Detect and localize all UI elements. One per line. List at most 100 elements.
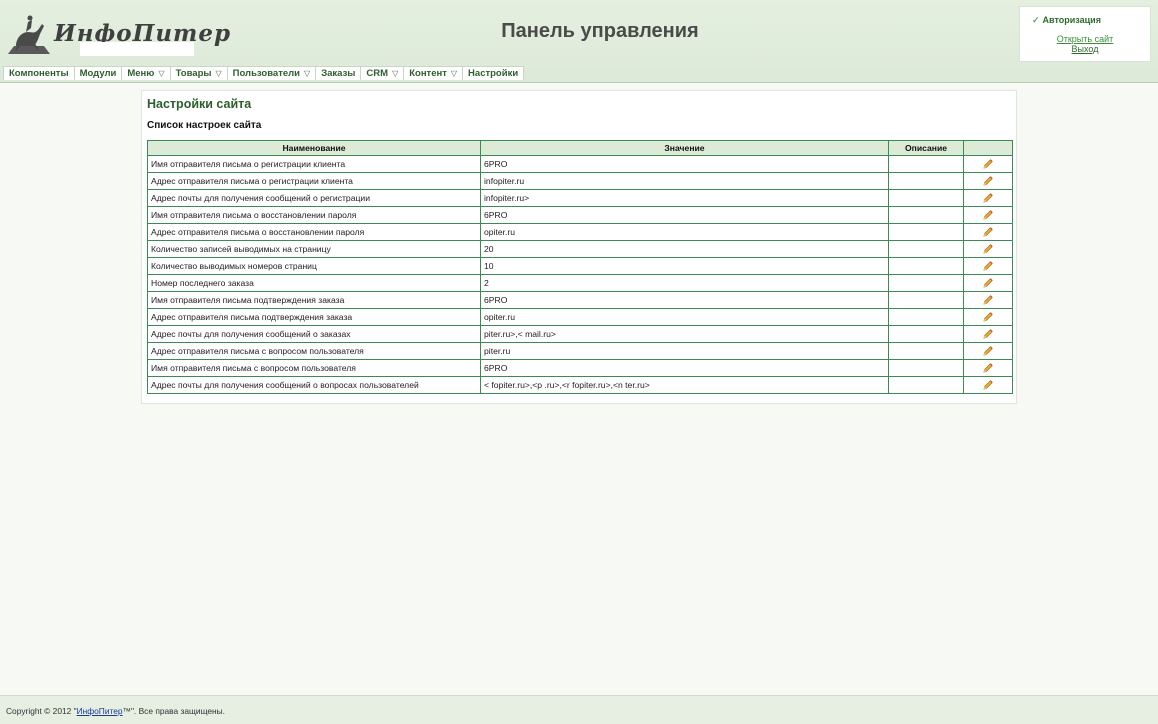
table-row: Адрес отправителя письма с вопросом поль… (147, 342, 1013, 360)
nav-item-8[interactable]: Настройки (462, 66, 525, 80)
cell-value: piter.ru>,< mail.ru> (480, 325, 889, 343)
cell-name: Номер последнего заказа (147, 274, 481, 292)
pencil-icon[interactable] (982, 158, 994, 170)
table-row: Адрес почты для получения сообщений о ре… (147, 189, 1013, 207)
nav-item-label: Компоненты (9, 68, 69, 79)
nav-item-4[interactable]: Пользователи ▽ (226, 66, 317, 80)
cell-name: Имя отправителя письма подтверждения зак… (147, 291, 481, 309)
cell-actions (963, 155, 1013, 173)
table-row: Количество записей выводимых на страницу… (147, 240, 1013, 258)
cell-actions (963, 223, 1013, 241)
cell-name: Адрес почты для получения сообщений о во… (147, 376, 481, 394)
cell-actions (963, 189, 1013, 207)
cell-value: 20 (480, 240, 889, 258)
cell-name: Адрес отправителя письма подтверждения з… (147, 308, 481, 326)
pencil-icon[interactable] (982, 209, 994, 221)
cell-actions (963, 359, 1013, 377)
cell-value: infopiter.ru (480, 172, 889, 190)
cell-description (888, 291, 964, 309)
cell-value: opiter.ru (480, 308, 889, 326)
cell-description (888, 155, 964, 173)
cell-description (888, 172, 964, 190)
copyright-prefix: Copyright © 2012 " (6, 706, 77, 716)
column-header-description: Описание (888, 140, 964, 156)
pencil-icon[interactable] (982, 294, 994, 306)
cell-actions (963, 325, 1013, 343)
pencil-icon[interactable] (982, 362, 994, 374)
triangle-down-icon[interactable]: ▽ (451, 67, 457, 80)
pencil-icon[interactable] (982, 277, 994, 289)
cell-description (888, 342, 964, 360)
table-row: Количество выводимых номеров страниц 10 (147, 257, 1013, 275)
nav-item-3[interactable]: Товары ▽ (169, 66, 228, 80)
cell-value: 6PRO (480, 291, 889, 309)
pencil-icon[interactable] (982, 328, 994, 340)
main-nav: Компоненты Модули Меню ▽ Товары ▽ Пользователи… (3, 66, 525, 80)
pencil-icon[interactable] (982, 175, 994, 187)
cell-actions (963, 291, 1013, 309)
nav-item-label: Меню (127, 68, 155, 79)
column-header-name: Наименование (147, 140, 481, 156)
footer-site-link[interactable]: ИнфоПитер (77, 706, 123, 716)
cell-description (888, 376, 964, 394)
cell-actions (963, 172, 1013, 190)
nav-item-6[interactable]: CRM ▽ (360, 66, 405, 80)
cell-name: Адрес почты для получения сообщений о за… (147, 325, 481, 343)
cell-actions (963, 376, 1013, 394)
table-row: Адрес отправителя письма о восстановлени… (147, 223, 1013, 241)
open-site-link[interactable]: Открыть сайт (1020, 34, 1150, 44)
logo-underline (80, 42, 194, 56)
nav-item-1[interactable]: Модули (73, 66, 123, 80)
nav-item-5[interactable]: Заказы (315, 66, 362, 80)
nav-item-label: Заказы (321, 68, 356, 79)
cell-actions (963, 206, 1013, 224)
table-row: Имя отправителя письма подтверждения зак… (147, 291, 1013, 309)
table-row: Имя отправителя письма о регистрации кли… (147, 155, 1013, 173)
table-row: Номер последнего заказа 2 (147, 274, 1013, 292)
pencil-icon[interactable] (982, 192, 994, 204)
cell-value: opiter.ru (480, 223, 889, 241)
table-row: Имя отправителя письма о восстановлении … (147, 206, 1013, 224)
cell-name: Имя отправителя письма о восстановлении … (147, 206, 481, 224)
copyright-text: Copyright © 2012 "ИнфоПитер™". Все права… (6, 706, 225, 716)
header: ИнфоПитер Панель управления ✓ Авторизация… (0, 0, 1158, 83)
section-title: Настройки сайта (147, 97, 252, 111)
pencil-icon[interactable] (982, 260, 994, 272)
cell-name: Имя отправителя письма с вопросом пользо… (147, 359, 481, 377)
cell-description (888, 325, 964, 343)
nav-item-label: Контент (409, 68, 447, 79)
cell-name: Адрес отправителя письма о восстановлени… (147, 223, 481, 241)
cell-actions (963, 274, 1013, 292)
logout-link[interactable]: Выход (1020, 44, 1150, 54)
pencil-icon[interactable] (982, 379, 994, 391)
nav-item-label: Модули (79, 68, 117, 79)
table-row: Адрес отправителя письма о регистрации к… (147, 172, 1013, 190)
nav-item-2[interactable]: Меню ▽ (121, 66, 171, 80)
auth-title: ✓ Авторизация (1032, 15, 1101, 26)
cell-description (888, 257, 964, 275)
nav-item-label: Настройки (468, 68, 519, 79)
cell-description (888, 308, 964, 326)
cell-value: 10 (480, 257, 889, 275)
table-row: Адрес отправителя письма подтверждения з… (147, 308, 1013, 326)
nav-item-0[interactable]: Компоненты (3, 66, 75, 80)
triangle-down-icon[interactable]: ▽ (392, 67, 398, 80)
triangle-down-icon[interactable]: ▽ (216, 67, 222, 80)
cell-value: 6PRO (480, 155, 889, 173)
cell-description (888, 223, 964, 241)
pencil-icon[interactable] (982, 226, 994, 238)
cell-name: Адрес отправителя письма о регистрации к… (147, 172, 481, 190)
triangle-down-icon[interactable]: ▽ (304, 67, 310, 80)
table-row: Адрес почты для получения сообщений о за… (147, 325, 1013, 343)
settings-table: Наименование Значение Описание Имя отпра… (147, 140, 1013, 394)
nav-item-7[interactable]: Контент ▽ (403, 66, 464, 80)
cell-name: Адрес отправителя письма с вопросом поль… (147, 342, 481, 360)
cell-description (888, 359, 964, 377)
nav-item-label: CRM (366, 68, 389, 79)
triangle-down-icon[interactable]: ▽ (158, 67, 164, 80)
pencil-icon[interactable] (982, 345, 994, 357)
cell-actions (963, 257, 1013, 275)
pencil-icon[interactable] (982, 311, 994, 323)
nav-item-label: Пользователи (232, 68, 301, 79)
pencil-icon[interactable] (982, 243, 994, 255)
